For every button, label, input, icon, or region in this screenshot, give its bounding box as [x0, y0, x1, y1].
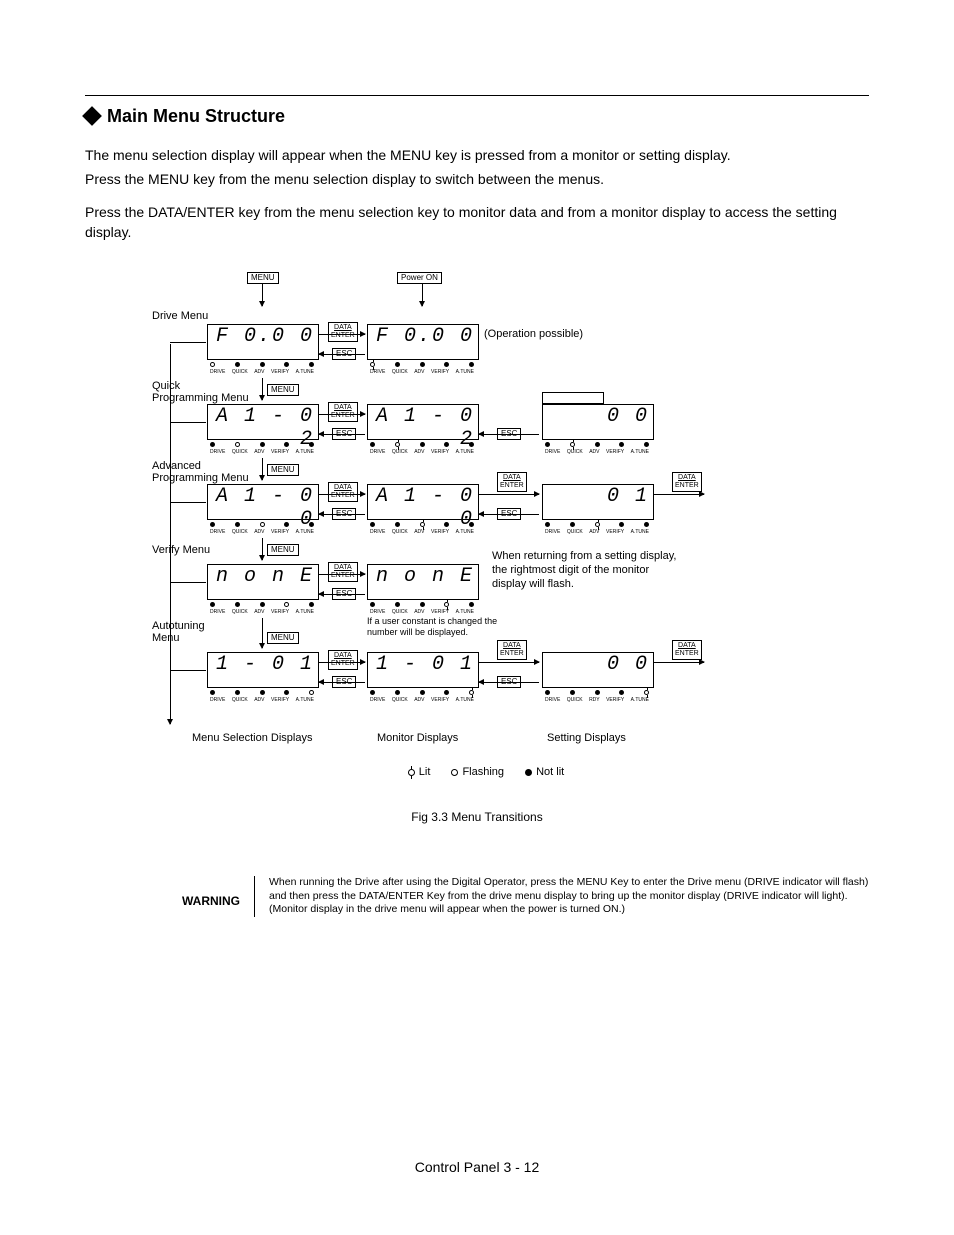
- data-enter-button: DATAENTER: [328, 322, 358, 342]
- heading-text: Main Menu Structure: [107, 106, 285, 126]
- lcd-quick-center: A 1 - 0 2: [367, 404, 479, 440]
- led-lit-icon: [408, 769, 415, 776]
- page-footer: Control Panel 3 - 12: [0, 1159, 954, 1175]
- lcd-drive-left: F 0.0 0: [207, 324, 319, 360]
- menu-button: MENU: [247, 272, 279, 284]
- figure-caption: Fig 3.3 Menu Transitions: [85, 810, 869, 824]
- section-heading: Main Menu Structure: [85, 106, 869, 127]
- menu-button: MENU: [267, 464, 299, 476]
- col-monitor: Monitor Displays: [377, 732, 458, 744]
- adv-menu-label: Advanced Programming Menu: [152, 460, 249, 484]
- paragraph-2: Press the MENU key from the menu selecti…: [85, 169, 869, 189]
- verify-menu-label: Verify Menu: [152, 544, 210, 556]
- operation-possible-note: (Operation possible): [484, 328, 583, 340]
- legend-flashing: Flashing: [462, 766, 504, 778]
- led-notlit-icon: [525, 769, 532, 776]
- changed-note: If a user constant is changed the number…: [367, 616, 517, 637]
- paragraph-1: The menu selection display will appear w…: [85, 145, 869, 165]
- autotune-menu-label: Autotuning Menu: [152, 620, 205, 644]
- lcd-quick-left: A 1 - 0 2: [207, 404, 319, 440]
- quick-menu-label: Quick Programming Menu: [152, 380, 249, 404]
- warning-block: WARNING When running the Drive after usi…: [175, 876, 880, 917]
- drive-menu-label: Drive Menu: [152, 310, 208, 322]
- legend-lit: Lit: [419, 766, 431, 778]
- lcd-drive-right: F 0.0 0: [367, 324, 479, 360]
- menu-button: MENU: [267, 384, 299, 396]
- paragraph-3: Press the DATA/ENTER key from the menu s…: [85, 202, 869, 243]
- col-setting: Setting Displays: [547, 732, 626, 744]
- warning-label: WARNING: [175, 876, 255, 917]
- led-flashing-icon: [451, 769, 458, 776]
- lcd-quick-right: 0 0: [542, 404, 654, 440]
- col-menu-selection: Menu Selection Displays: [192, 732, 312, 744]
- power-on-box: Power ON: [397, 272, 442, 284]
- legend-notlit: Not lit: [536, 766, 564, 778]
- legend: Lit Flashing Not lit: [152, 766, 802, 778]
- menu-transitions-diagram: MENU Power ON Drive Menu (Operation poss…: [152, 272, 802, 792]
- diamond-icon: [82, 106, 102, 126]
- warning-text: When running the Drive after using the D…: [255, 876, 880, 917]
- return-note: When returning from a setting display, t…: [492, 550, 682, 591]
